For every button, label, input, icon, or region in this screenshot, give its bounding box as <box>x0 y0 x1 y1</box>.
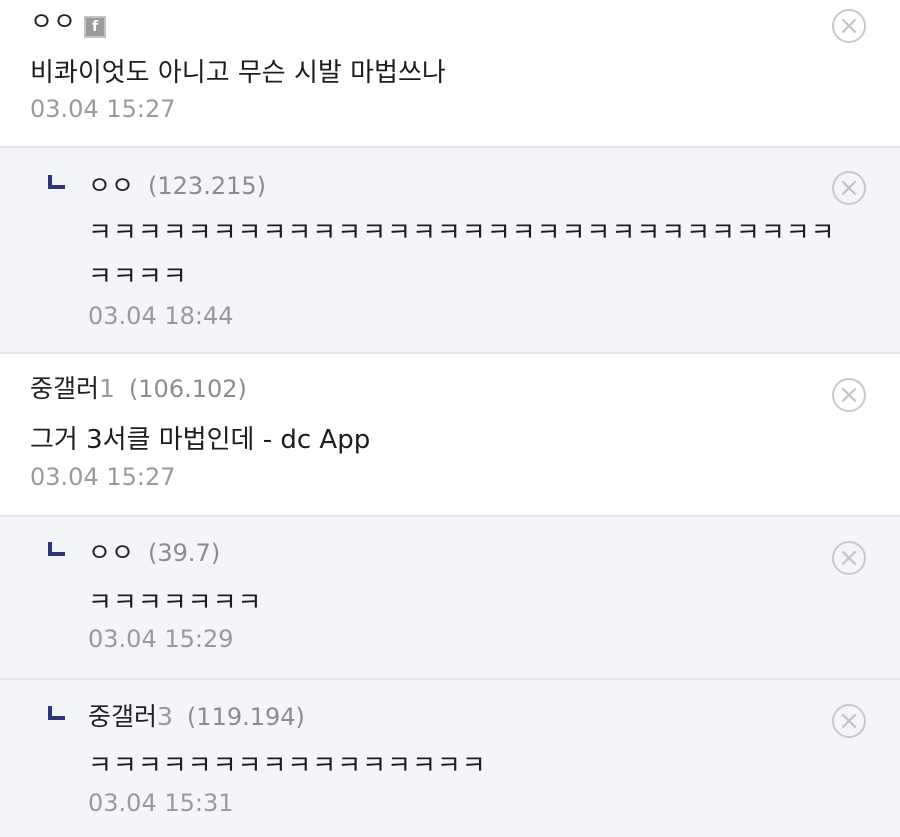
delete-button[interactable]: × <box>832 9 866 43</box>
author-ip: (123.215) <box>148 172 266 200</box>
author-name: ㅇㅇ <box>88 171 135 200</box>
author-number: 3 <box>157 702 173 731</box>
fixed-nick-icon: f <box>84 16 107 38</box>
author-ip: (39.7) <box>148 539 221 567</box>
reply-arrow-icon <box>48 542 65 556</box>
close-icon: × <box>838 173 860 203</box>
comment-author[interactable]: 중갤러3 (119.194) <box>88 697 305 733</box>
reply-arrow-icon <box>48 706 65 720</box>
delete-button[interactable]: × <box>832 541 866 575</box>
author-name: ㅇㅇ <box>88 538 135 567</box>
author-ip: (119.194) <box>186 703 305 731</box>
author-ip: (106.102) <box>128 375 247 403</box>
comment-text: 그거 3서클 마법인데 - dc App <box>30 425 371 455</box>
comment-author[interactable]: ㅇㅇ f <box>30 2 107 38</box>
close-icon: × <box>838 380 860 410</box>
author-number: 1 <box>99 374 115 403</box>
comment-time: 03.04 15:31 <box>88 789 234 817</box>
comment-time: 03.04 15:27 <box>30 95 176 123</box>
delete-button[interactable]: × <box>832 704 866 738</box>
close-icon: × <box>838 11 860 41</box>
delete-button[interactable]: × <box>832 378 866 412</box>
author-name: 중갤러 <box>30 374 100 403</box>
delete-button[interactable]: × <box>832 171 866 205</box>
author-name: 중갤러 <box>88 702 158 731</box>
comment-text: ㅋㅋㅋㅋㅋㅋㅋㅋㅋㅋㅋㅋㅋㅋㅋㅋㅋㅋㅋㅋㅋㅋㅋㅋㅋㅋㅋㅋㅋㅋ <box>88 218 836 248</box>
close-icon: × <box>838 543 860 573</box>
comment-time: 03.04 15:29 <box>88 625 234 653</box>
comment-author[interactable]: ㅇㅇ (123.215) <box>88 166 266 202</box>
comment-text-continued: ㅋㅋㅋㅋ <box>88 262 188 292</box>
comment-item: ㅇㅇ f 비콰이엇도 아니고 무슨 시발 마법쓰나 03.04 15:27 × <box>0 0 900 148</box>
reply-item: ㅇㅇ (39.7) ㅋㅋㅋㅋㅋㅋㅋ 03.04 15:29 × <box>0 517 900 680</box>
comment-item: 중갤러1 (106.102) 그거 3서클 마법인데 - dc App 03.04… <box>0 354 900 517</box>
comment-author[interactable]: 중갤러1 (106.102) <box>30 369 247 405</box>
comment-time: 03.04 18:44 <box>88 302 234 330</box>
reply-arrow-icon <box>48 175 65 189</box>
comment-author[interactable]: ㅇㅇ (39.7) <box>88 533 220 569</box>
comment-time: 03.04 15:27 <box>30 463 176 491</box>
reply-item: 중갤러3 (119.194) ㅋㅋㅋㅋㅋㅋㅋㅋㅋㅋㅋㅋㅋㅋㅋㅋ 03.04 15:… <box>0 680 900 837</box>
reply-item: ㅇㅇ (123.215) ㅋㅋㅋㅋㅋㅋㅋㅋㅋㅋㅋㅋㅋㅋㅋㅋㅋㅋㅋㅋㅋㅋㅋㅋㅋㅋㅋㅋ… <box>0 148 900 354</box>
comment-text: ㅋㅋㅋㅋㅋㅋㅋ <box>88 588 263 618</box>
close-icon: × <box>838 706 860 736</box>
comment-text: ㅋㅋㅋㅋㅋㅋㅋㅋㅋㅋㅋㅋㅋㅋㅋㅋ <box>88 751 487 781</box>
comment-text: 비콰이엇도 아니고 무슨 시발 마법쓰나 <box>30 58 446 88</box>
author-name: ㅇㅇ <box>30 7 77 36</box>
